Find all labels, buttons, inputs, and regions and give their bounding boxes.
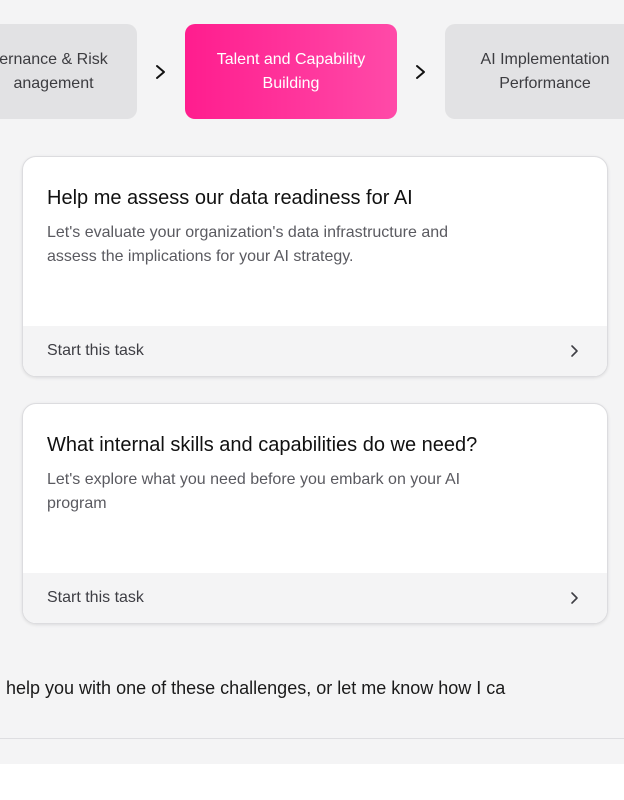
chevron-right-icon — [411, 60, 431, 84]
step-governance-risk-management[interactable]: ernance & Risk anagement — [0, 24, 137, 119]
divider — [0, 738, 624, 739]
card-title: Help me assess our data readiness for AI — [47, 187, 413, 209]
start-task-button[interactable]: Start this task — [23, 326, 607, 376]
step-label: AI Implementation Performance — [480, 50, 610, 92]
step-label: ernance & Risk anagement — [0, 50, 108, 92]
task-card-internal-skills: What internal skills and capabilities do… — [22, 403, 608, 624]
chevron-right-icon — [569, 343, 581, 359]
step-ai-implementation-performance[interactable]: AI Implementation Performance — [445, 24, 624, 119]
start-task-label: Start this task — [47, 342, 144, 359]
workflow-stepper: ernance & Risk anagement Talent and Capa… — [0, 24, 624, 119]
card-body: Help me assess our data readiness for AI… — [23, 157, 607, 327]
assistant-message-text: help you with one of these challenges, o… — [6, 678, 506, 698]
step-talent-capability-building[interactable]: Talent and Capability Building — [185, 24, 397, 119]
start-task-label: Start this task — [47, 589, 144, 606]
task-card-data-readiness: Help me assess our data readiness for AI… — [22, 156, 608, 377]
step-label: Talent and Capability Building — [216, 50, 366, 92]
card-description: Let's explore what you need before you e… — [47, 471, 461, 512]
card-body: What internal skills and capabilities do… — [23, 404, 607, 574]
input-area — [0, 764, 624, 800]
card-title: What internal skills and capabilities do… — [47, 434, 478, 456]
card-description: Let's evaluate your organization's data … — [47, 224, 449, 265]
chevron-right-icon — [151, 60, 171, 84]
start-task-button[interactable]: Start this task — [23, 573, 607, 623]
chevron-right-icon — [569, 590, 581, 606]
